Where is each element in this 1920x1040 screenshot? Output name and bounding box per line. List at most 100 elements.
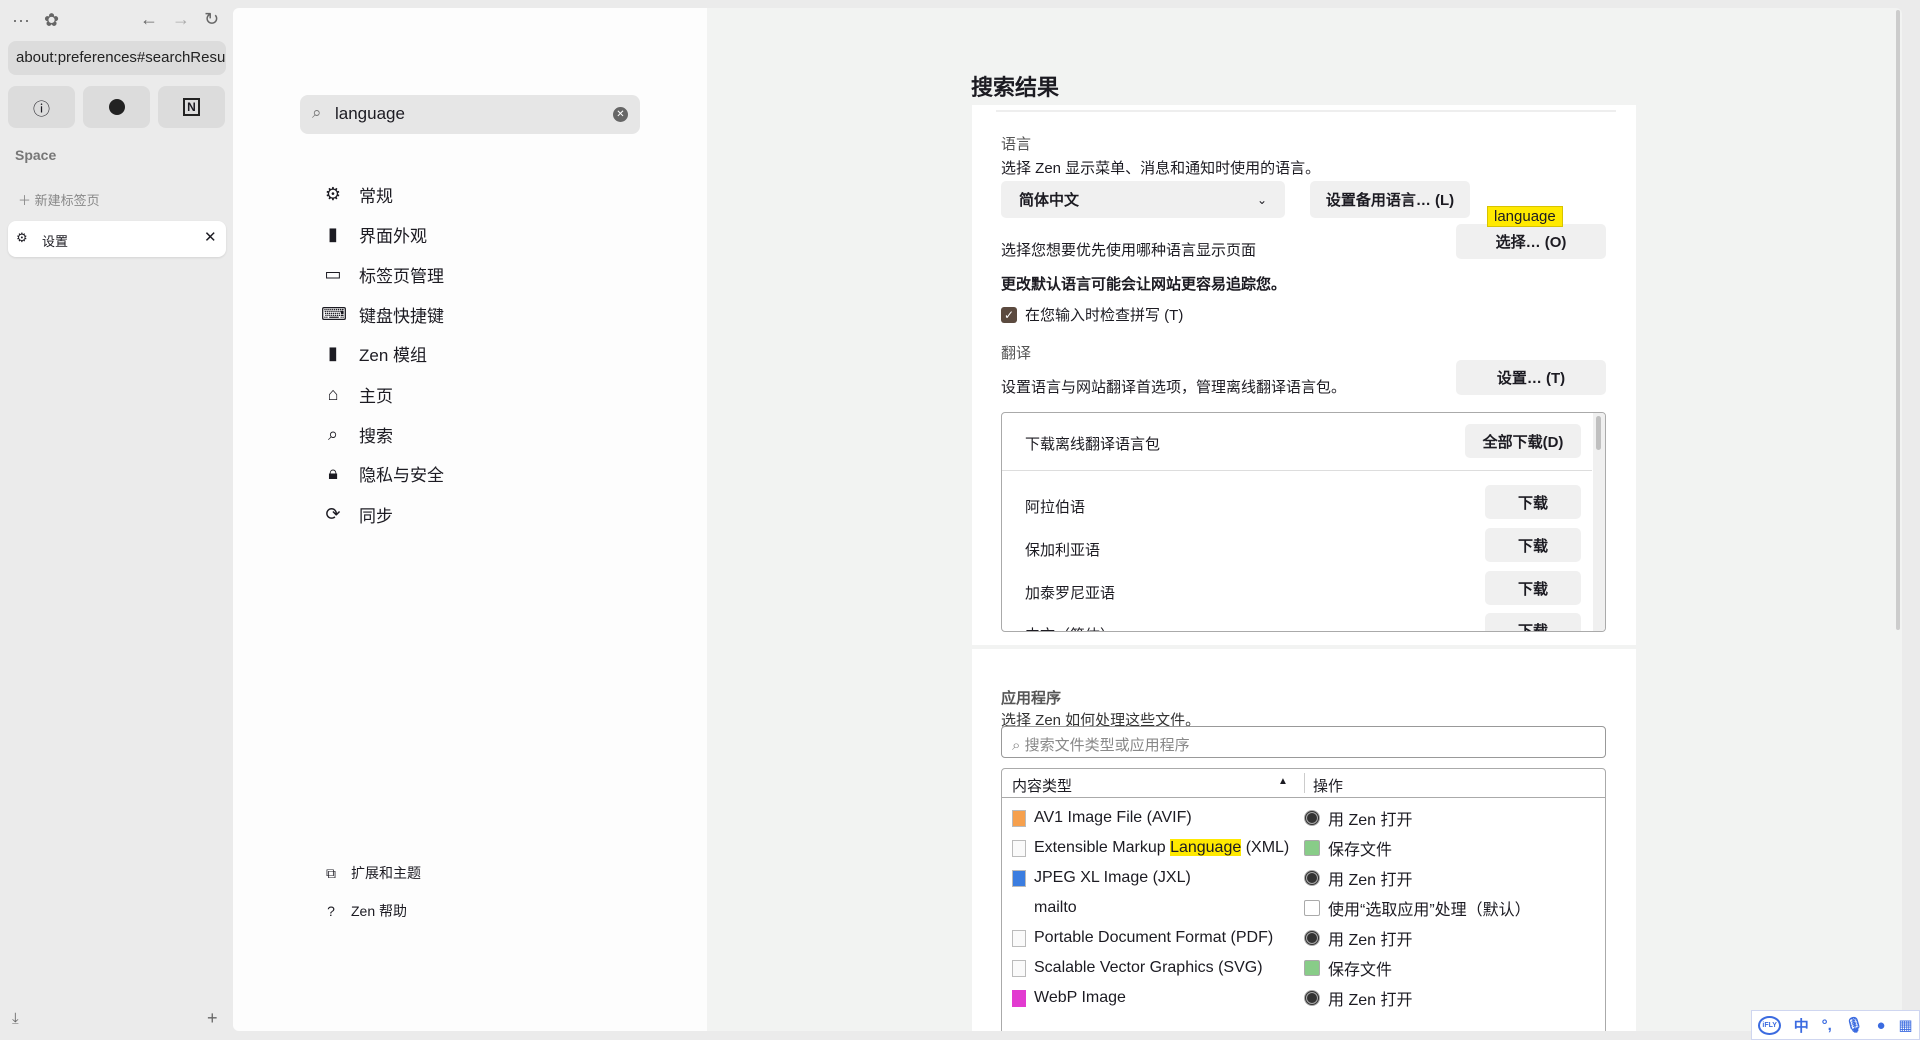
- nav-home[interactable]: ⌂ 主页: [321, 379, 393, 409]
- language-row: 中文（简体） 下载: [1002, 613, 1592, 631]
- table-row[interactable]: AV1 Image File (AVIF) 用 Zen 打开: [1002, 803, 1605, 833]
- nav-appearance[interactable]: ▮ 界面外观: [321, 219, 427, 249]
- nav-label: 常规: [359, 186, 393, 206]
- nav-label: 扩展和主题: [351, 865, 421, 881]
- applications-search-input[interactable]: ⌕ 搜索文件类型或应用程序: [1001, 726, 1606, 758]
- preferences-nav: ⌕ language ✕ ⚙ 常规 ▮ 界面外观 ▭ 标签页管理 ⌨ 键盘快捷键 ▮ Ze…: [233, 8, 707, 1031]
- apps-grid-icon[interactable]: ▦: [1898, 1016, 1912, 1034]
- action-label: 用 Zen 打开: [1328, 872, 1413, 889]
- app-icon: [1304, 900, 1320, 916]
- space-label: Space: [15, 147, 57, 163]
- language-card: 语言 选择 Zen 显示菜单、消息和通知时使用的语言。 简体中文 ⌄ 设置备用语言…: [972, 105, 1636, 645]
- nav-general[interactable]: ⚙ 常规: [321, 179, 393, 209]
- content-type: Extensible Markup Language (XML): [1034, 839, 1290, 856]
- nav-label: 键盘快捷键: [359, 306, 444, 326]
- punctuation-icon[interactable]: °,: [1822, 1017, 1832, 1034]
- spellcheck-label: 在您输入时检查拼写 (T): [1025, 307, 1184, 324]
- menu-icon[interactable]: ···: [12, 10, 30, 31]
- forward-button[interactable]: →: [172, 9, 190, 30]
- list-scrollbar[interactable]: [1593, 413, 1605, 631]
- action-label: 用 Zen 打开: [1328, 932, 1413, 949]
- nav-label: 界面外观: [359, 226, 427, 246]
- ime-language-toggle[interactable]: 中: [1794, 1015, 1809, 1036]
- language-select[interactable]: 简体中文 ⌄: [1001, 181, 1285, 218]
- essential-info[interactable]: ⓘ: [8, 86, 75, 128]
- search-input[interactable]: ⌕ language ✕: [300, 95, 640, 134]
- page-scrollbar[interactable]: [1894, 8, 1902, 1031]
- close-tab-icon[interactable]: ✕: [204, 228, 217, 246]
- search-icon: ⌕: [1012, 737, 1025, 754]
- action-cell[interactable]: 保存文件: [1304, 956, 1392, 980]
- essential-notion[interactable]: N: [158, 86, 225, 128]
- clear-search-icon[interactable]: ✕: [613, 107, 628, 122]
- save-icon: [1304, 960, 1320, 976]
- content-type: WebP Image: [1034, 989, 1126, 1006]
- divider: [996, 110, 1616, 112]
- action-cell[interactable]: 用 Zen 打开: [1304, 866, 1412, 890]
- table-row[interactable]: JPEG XL Image (JXL) 用 Zen 打开: [1002, 863, 1605, 893]
- search-value: language: [335, 104, 405, 123]
- language-name: 加泰罗尼亚语: [1025, 585, 1116, 602]
- action-label: 保存文件: [1328, 842, 1393, 859]
- back-button[interactable]: ←: [140, 9, 158, 30]
- ifly-logo-icon[interactable]: iFLY: [1758, 1015, 1781, 1035]
- nav-search[interactable]: ⌕ 搜索: [321, 419, 393, 449]
- action-cell[interactable]: 用 Zen 打开: [1304, 926, 1412, 950]
- zen-icon: [1304, 870, 1320, 886]
- new-tab-button[interactable]: ＋ 新建标签页: [18, 190, 100, 209]
- nav-shortcuts[interactable]: ⌨ 键盘快捷键: [321, 299, 444, 329]
- nav-label: Zen 模组: [359, 345, 428, 365]
- download-icon[interactable]: ⤓: [12, 1010, 19, 1027]
- microphone-icon[interactable]: 🎙︎: [1845, 1016, 1864, 1034]
- action-cell[interactable]: 用 Zen 打开: [1304, 986, 1412, 1010]
- translation-settings-button[interactable]: 设置… (T): [1456, 360, 1606, 395]
- github-icon: [108, 99, 125, 115]
- file-icon: [1012, 959, 1026, 977]
- table-row[interactable]: WebP Image 用 Zen 打开: [1002, 983, 1605, 1013]
- nav-privacy[interactable]: 🔒︎ 隐私与安全: [321, 458, 444, 488]
- tab-settings[interactable]: ⚙ 设置 ✕: [8, 221, 226, 257]
- table-row[interactable]: Extensible Markup Language (XML) 保存文件: [1002, 833, 1605, 863]
- action-label: 保存文件: [1328, 962, 1393, 979]
- preferences-window: ⌕ language ✕ ⚙ 常规 ▮ 界面外观 ▭ 标签页管理 ⌨ 键盘快捷键 ▮ Ze…: [233, 8, 1902, 1031]
- nav-zen-mods[interactable]: ▮ Zen 模组: [321, 338, 427, 368]
- action-cell[interactable]: 保存文件: [1304, 836, 1392, 860]
- nav-addons[interactable]: ⧉ 扩展和主题: [321, 863, 421, 883]
- translation-heading: 翻译: [1001, 345, 1032, 362]
- table-row[interactable]: Scalable Vector Graphics (SVG) 保存文件: [1002, 953, 1605, 983]
- table-header: 内容类型 ▲ 操作: [1002, 769, 1605, 798]
- download-button[interactable]: 下载: [1485, 528, 1581, 562]
- alternative-languages-button[interactable]: 设置备用语言… (L): [1310, 181, 1470, 218]
- user-icon[interactable]: ●: [1876, 1017, 1885, 1034]
- checkbox-checked-icon: ✓: [1001, 306, 1017, 323]
- essential-github[interactable]: [83, 86, 150, 128]
- avif-file-icon: [1012, 809, 1026, 827]
- applications-card: 应用程序 选择 Zen 如何处理这些文件。 ⌕ 搜索文件类型或应用程序 内容类型…: [972, 649, 1636, 1031]
- action-cell[interactable]: 用 Zen 打开: [1304, 806, 1412, 830]
- reload-button[interactable]: ↻: [204, 9, 219, 30]
- nav-sync[interactable]: ⟳ 同步: [321, 499, 393, 529]
- nav-tab-management[interactable]: ▭ 标签页管理: [321, 259, 444, 289]
- col-content-type[interactable]: 内容类型: [1012, 775, 1072, 796]
- table-row[interactable]: Portable Document Format (PDF) 用 Zen 打开: [1002, 923, 1605, 953]
- download-button[interactable]: 下载: [1485, 571, 1581, 605]
- download-button[interactable]: 下载: [1485, 613, 1581, 631]
- table-row[interactable]: mailto 使用“选取应用”处理（默认）: [1002, 893, 1605, 923]
- nav-label: 同步: [359, 506, 393, 526]
- notion-icon: N: [183, 98, 200, 116]
- info-icon: ⓘ: [33, 99, 50, 119]
- extensions-icon[interactable]: ✿: [44, 10, 59, 31]
- download-all-button[interactable]: 全部下载(D): [1465, 424, 1581, 458]
- nav-help[interactable]: ? Zen 帮助: [321, 901, 407, 921]
- action-cell[interactable]: 使用“选取应用”处理（默认）: [1304, 896, 1531, 920]
- lock-icon: 🔒︎: [328, 462, 338, 483]
- choose-language-button[interactable]: 选择… (O): [1456, 224, 1606, 259]
- add-icon[interactable]: +: [207, 1008, 218, 1029]
- col-action[interactable]: 操作: [1313, 775, 1343, 796]
- spellcheck-checkbox[interactable]: ✓ 在您输入时检查拼写 (T): [1001, 304, 1183, 325]
- download-button[interactable]: 下载: [1485, 485, 1581, 519]
- download-all-row: 下载离线翻译语言包 全部下载(D): [1002, 413, 1592, 471]
- url-bar[interactable]: about:preferences#searchResults: [8, 41, 226, 75]
- nav-label: 隐私与安全: [359, 465, 444, 485]
- language-heading: 语言: [1001, 136, 1032, 153]
